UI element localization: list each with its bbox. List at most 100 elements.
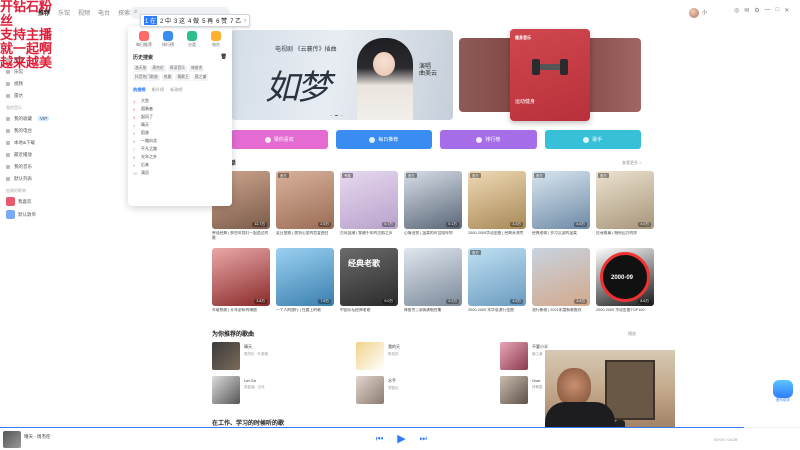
playlist-cover[interactable]: 2.2万 (404, 248, 462, 306)
search-rank-item[interactable]: 9 后来 (133, 161, 227, 169)
song-item[interactable]: Let Go 张韶涵 · 汉化 (212, 376, 265, 404)
avatar[interactable] (689, 8, 699, 18)
playlist-title[interactable]: 2000-2009 年华语流行金曲 (468, 308, 526, 317)
search-rank-item[interactable]: 7 平凡之路 (133, 145, 227, 153)
song-item[interactable]: 水手 郑智化 (356, 376, 399, 404)
search-history-tag[interactable]: 洛天依 (133, 65, 149, 72)
topnav-video[interactable]: 视频 (78, 8, 90, 17)
sidebar-playlist-default[interactable]: 默认歌单 (0, 210, 64, 219)
sidebar-item-recommend[interactable]: 推荐 (0, 55, 64, 64)
playlist-cover[interactable]: 官方 5.1万 (404, 171, 462, 229)
sidebar-playlist-liked[interactable]: 我喜欢 (0, 197, 64, 206)
playlist-title[interactable]: 车载热歌 | 开车必听的嗨曲 (212, 308, 270, 317)
playlist-cover[interactable]: 3.8万 (212, 248, 270, 306)
search-history-tag[interactable]: 薛之谦 (192, 74, 209, 81)
playlist-title[interactable]: 夏日甜歌 | 甜到心里的恋爱曲目 (276, 231, 334, 240)
song-title[interactable]: Let Go (244, 378, 265, 383)
song-cover[interactable] (356, 376, 384, 404)
song-title[interactable]: 晴天 (244, 344, 268, 350)
sidebar-item-library[interactable]: 乐馆 (0, 67, 64, 76)
search-history-tag[interactable]: 抖音热门歌曲 (133, 74, 160, 81)
playlist-cover[interactable]: 官方 2.5万 (276, 171, 334, 229)
playlist-card[interactable]: 7.5万一个人的旅行 | 在路上的歌 (276, 248, 334, 317)
sidebar-item-favorites[interactable]: 我的收藏 VIP (0, 114, 64, 123)
playlist-card[interactable]: 官方 4.0万 民谣故事 | 唱给远方的你 (596, 171, 654, 240)
search-rank-tab[interactable]: 新歌榜 (170, 87, 183, 93)
search-rank-tab[interactable]: 热搜榜 (133, 87, 146, 93)
song-title[interactable]: Over (532, 378, 543, 383)
quick-action-button[interactable]: 每日推荐 (335, 130, 432, 149)
song-artist[interactable]: 陈奕迅 (388, 352, 400, 357)
search-quick-link[interactable]: 分类 (181, 31, 203, 48)
sidebar-item-local[interactable]: 本地&下载 (0, 138, 64, 147)
playlist-card[interactable]: 3.4万流行新歌 | 2021年度新歌推荐 (532, 248, 590, 317)
playlist-cover[interactable]: 2000-09 8.6万 (596, 248, 654, 306)
banner-dot-active[interactable] (335, 115, 338, 116)
playlist-title[interactable]: 古风国潮 | 穿越千年的古韵之声 (340, 231, 398, 240)
search-rank-item[interactable]: 8 光年之外 (133, 153, 227, 161)
search-quick-link[interactable]: 每日推荐 (133, 31, 155, 48)
skin-icon[interactable]: ◎ (734, 7, 739, 14)
search-quick-link[interactable]: 排行榜 (157, 31, 179, 48)
song-title[interactable]: 水手 (388, 378, 399, 384)
foryou-play-link[interactable]: 播放 (628, 331, 636, 337)
ime-candidate[interactable]: 6 赞 (216, 16, 227, 25)
playlist-title[interactable]: 一个人的旅行 | 在路上的歌 (276, 308, 334, 317)
mail-icon[interactable]: ✉ (744, 7, 749, 14)
ime-candidate[interactable]: 7 乙 (230, 16, 241, 25)
maximize-icon[interactable]: □ (776, 7, 780, 14)
search-history-tag[interactable]: 周深音乐 (167, 65, 187, 72)
close-icon[interactable]: ✕ (784, 7, 789, 14)
playlist-title[interactable]: 心情治愈 | 温柔的声音陪伴你 (404, 231, 462, 240)
music-assistant[interactable]: 音乐助手 (773, 380, 793, 404)
playlist-card[interactable]: 官方 1.9万 2000-2009 年华语流行金曲 (468, 248, 526, 317)
song-artist[interactable]: 林宥嘉 (532, 385, 543, 390)
search-history-tag[interactable]: 情歌王 (175, 74, 191, 81)
song-cover[interactable] (212, 342, 240, 370)
song-cover[interactable] (500, 342, 528, 370)
playlist-cover[interactable]: 官方 4.0万 (596, 171, 654, 229)
playlist-title[interactable]: 2000-2009 华语金曲TOP100 (596, 308, 654, 317)
playlist-card[interactable]: 官方 5.8万经典老歌 | 岁月沉淀的温柔 (532, 171, 590, 240)
topnav-recommend[interactable]: 推荐 (38, 8, 50, 17)
song-cover[interactable] (212, 376, 240, 404)
search-rank-item[interactable]: 5 稻香 (133, 129, 227, 137)
song-item[interactable]: 我的天 陈奕迅 (356, 342, 400, 370)
playlist-cover[interactable]: 7.5万 (276, 248, 334, 306)
playlist-card[interactable]: 3.8万车载热歌 | 开车必听的嗨曲 (212, 248, 270, 317)
playlist-title[interactable]: 流行新歌 | 2021年度新歌推荐 (532, 308, 590, 317)
sidebar-item-myradio[interactable]: 我的电台 (0, 126, 64, 135)
search-quick-link[interactable]: 电台 (205, 31, 227, 48)
playlist-title[interactable]: 粤语经典 | 那些年我们一起追过的歌 (212, 231, 270, 240)
search-rank-item[interactable]: 3 起风了 (133, 113, 227, 121)
playlist-cover[interactable]: 官方 1.9万 (468, 248, 526, 306)
sidebar-item-radar[interactable]: 雷达 (0, 91, 64, 100)
playlist-cover[interactable]: 专属 6.7万 (340, 171, 398, 229)
sidebar-item-default-list[interactable]: 默认列表 (0, 174, 64, 183)
search-rank-item[interactable]: 6 一路向北 (133, 137, 227, 145)
search-history-tag[interactable]: 热歌 (161, 74, 174, 81)
playlist-cover[interactable]: 官方 5.8万 (532, 171, 590, 229)
song-artist[interactable]: 郑智化 (388, 386, 399, 391)
now-playing-cover[interactable] (3, 431, 21, 448)
playlist-card[interactable]: 官方 2.5万夏日甜歌 | 甜到心里的恋爱曲目 (276, 171, 334, 240)
username[interactable]: 小 (702, 9, 707, 16)
sidebar-item-video[interactable]: 视频 (0, 79, 64, 88)
trash-icon[interactable]: 🗑 (221, 54, 227, 61)
playlist-card[interactable]: 专属 6.7万古风国潮 | 穿越千年的古韵之声 (340, 171, 398, 240)
song-cover[interactable] (500, 376, 528, 404)
ime-candidate[interactable]: 4 做 (188, 16, 199, 25)
topnav-radio[interactable]: 电台 (98, 8, 110, 17)
playlist-cover[interactable]: 3.4万 (532, 248, 590, 306)
song-title[interactable]: 我的天 (388, 344, 400, 350)
search-rank-tab[interactable]: 飙升榜 (152, 87, 165, 93)
playlist-card[interactable]: 官方 3.3万 2000-2009华语金曲 | 经典永流传 (468, 171, 526, 240)
playlist-card[interactable]: 官方 5.1万心情治愈 | 温柔的声音陪伴你 (404, 171, 462, 240)
settings-icon[interactable]: ⚙ (754, 7, 759, 14)
play-icon[interactable]: ▶ (397, 432, 405, 445)
playlist-cover[interactable]: 经典老歌 9.0万 (340, 248, 398, 306)
song-artist[interactable]: 周杰伦 · 叶惠美 (244, 352, 268, 357)
banner-dot[interactable] (340, 115, 343, 116)
song-cover[interactable] (356, 342, 384, 370)
playlist-title[interactable]: 经典老歌 | 岁月沉淀的温柔 (532, 231, 590, 240)
